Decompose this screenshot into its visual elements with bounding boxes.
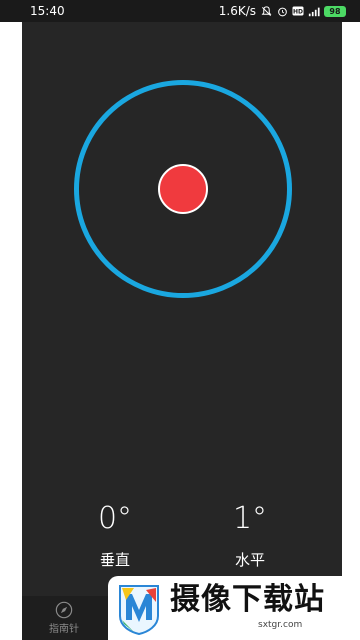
alarm-icon [276, 5, 288, 17]
status-time: 15:40 [30, 4, 65, 18]
horizontal-reading: 1° 水平 [210, 500, 290, 572]
screen: 15:40 1.6K/s HD 98 0° 垂直 1° 水平 指南针 摄像下载站… [0, 0, 360, 640]
vertical-reading: 0° 垂直 [75, 500, 155, 572]
watermark-title: 摄像下载站 [170, 582, 325, 617]
compass-icon [55, 601, 73, 619]
compass-label: 指南针 [49, 624, 79, 635]
watermark: 摄像下载站 sxtgr.com [108, 576, 360, 640]
horizontal-label: 水平 [234, 551, 265, 569]
level-app: 0° 垂直 1° 水平 指南针 [22, 22, 342, 640]
compass-tab[interactable]: 指南针 [42, 598, 86, 638]
status-icons: 1.6K/s HD 98 [219, 0, 346, 22]
level-bubble [158, 164, 208, 214]
mute-icon [260, 5, 272, 17]
battery-icon: 98 [324, 5, 346, 17]
site-logo-icon [119, 585, 159, 636]
network-speed: 1.6K/s [218, 4, 256, 18]
svg-text:HD: HD [293, 9, 303, 16]
signal-icon [308, 5, 320, 17]
watermark-url: sxtgr.com [258, 620, 303, 630]
hd-icon: HD [292, 5, 304, 17]
status-bar: 15:40 1.6K/s HD 98 [0, 0, 360, 22]
vertical-angle: 0° [97, 501, 133, 536]
vertical-label: 垂直 [99, 551, 130, 569]
horizontal-angle: 1° [232, 501, 268, 536]
